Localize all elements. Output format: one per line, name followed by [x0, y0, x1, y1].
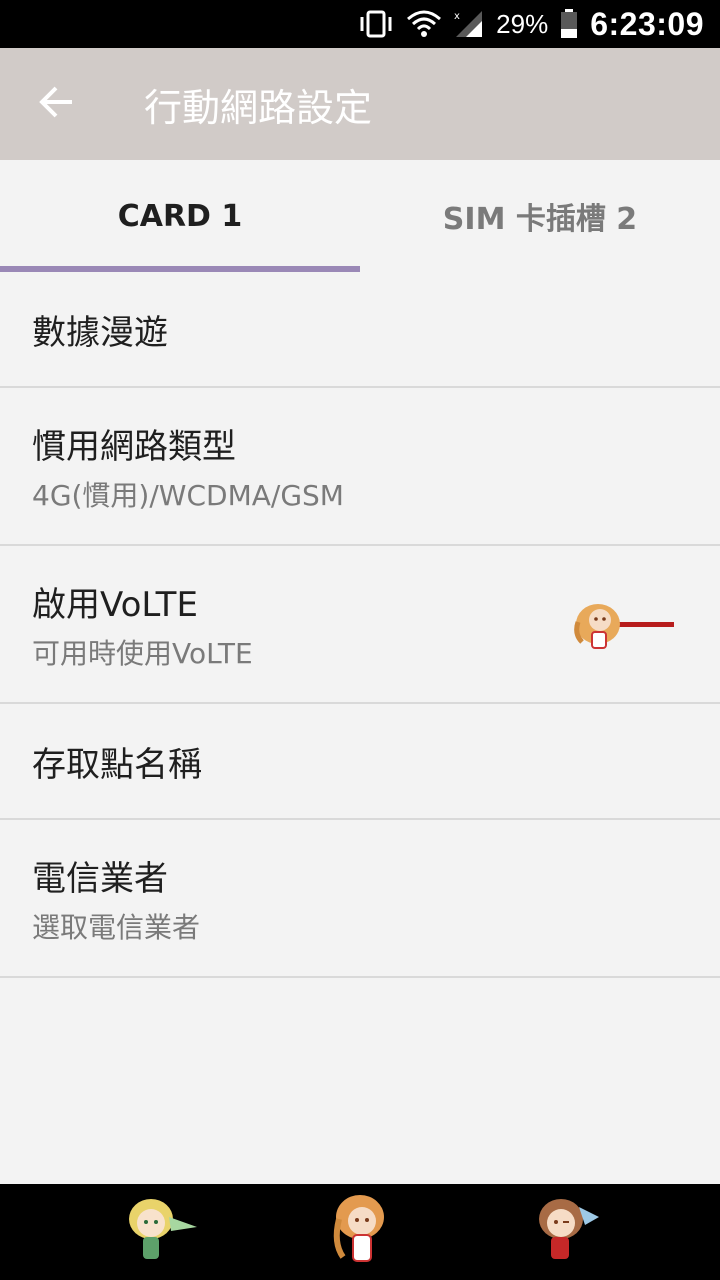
- navigation-bar: [0, 1184, 720, 1280]
- wifi-icon: [406, 9, 442, 39]
- sim-tabs: CARD 1 SIM 卡插槽 2: [0, 160, 720, 272]
- app-bar: 行動網路設定: [0, 48, 720, 160]
- settings-list: 數據漫遊 慣用網路類型 4G(慣用)/WCDMA/GSM 啟用VoLTE 可用時…: [0, 272, 720, 978]
- vibrate-icon: [358, 9, 394, 39]
- svg-text:x: x: [454, 11, 460, 22]
- recents-character-icon: [539, 1199, 599, 1259]
- setting-title: 慣用網路類型: [32, 426, 236, 467]
- status-bar: x 29% 6:23:09: [0, 0, 720, 48]
- setting-title: 存取點名稱: [32, 744, 202, 785]
- home-character-icon: [333, 1195, 384, 1262]
- page-title: 行動網路設定: [144, 85, 373, 130]
- back-button[interactable]: [0, 48, 112, 160]
- volte-toggle[interactable]: [560, 594, 680, 654]
- arrow-left-icon: [36, 82, 76, 127]
- cell-signal-icon: x: [454, 9, 484, 39]
- tab-card-1[interactable]: CARD 1: [0, 160, 360, 272]
- tab-label: CARD 1: [117, 198, 243, 234]
- setting-data-roaming[interactable]: 數據漫遊: [0, 272, 720, 388]
- nav-back-button[interactable]: [108, 1184, 204, 1280]
- tab-sim-slot-2[interactable]: SIM 卡插槽 2: [360, 160, 720, 272]
- battery-icon: [560, 9, 578, 39]
- setting-enable-volte[interactable]: 啟用VoLTE 可用時使用VoLTE: [0, 546, 720, 704]
- setting-preferred-network-type[interactable]: 慣用網路類型 4G(慣用)/WCDMA/GSM: [0, 388, 720, 546]
- status-time: 6:23:09: [590, 5, 704, 42]
- character-toggle-icon: [574, 604, 674, 649]
- setting-access-point-names[interactable]: 存取點名稱: [0, 704, 720, 820]
- battery-percent: 29%: [496, 8, 549, 39]
- nav-home-button[interactable]: [312, 1184, 408, 1280]
- setting-network-operators[interactable]: 電信業者 選取電信業者: [0, 820, 720, 978]
- setting-subtitle: 4G(慣用)/WCDMA/GSM: [32, 478, 344, 512]
- setting-title: 數據漫遊: [32, 312, 168, 353]
- tab-label: SIM 卡插槽 2: [442, 202, 638, 237]
- back-character-icon: [129, 1199, 197, 1259]
- setting-title: 電信業者: [32, 858, 168, 899]
- nav-recents-button[interactable]: [516, 1184, 612, 1280]
- setting-subtitle: 選取電信業者: [32, 910, 201, 944]
